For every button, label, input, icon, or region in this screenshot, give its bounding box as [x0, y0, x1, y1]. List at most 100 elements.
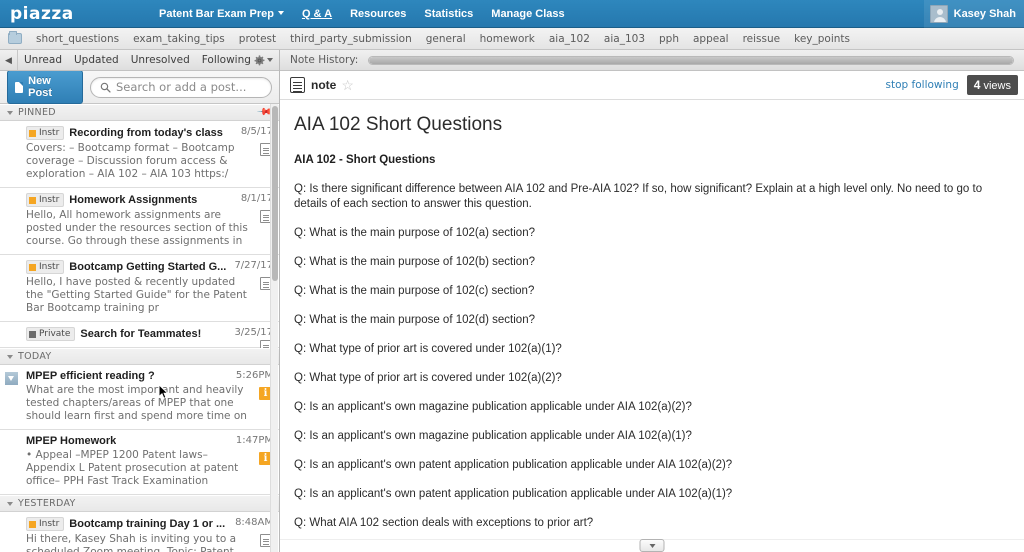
collapse-bar	[280, 539, 1024, 552]
scrollbar-thumb[interactable]	[272, 106, 278, 281]
folder-general[interactable]: general	[419, 33, 473, 45]
post-title: Search for Teammates!	[80, 328, 202, 340]
list-item[interactable]: MPEP efficient reading ? What are the mo…	[0, 365, 279, 430]
chevron-down-icon	[649, 543, 655, 548]
folder-short-questions[interactable]: short_questions	[29, 33, 126, 45]
status-badge: Private	[26, 327, 76, 341]
filter-unresolved[interactable]: Unresolved	[125, 54, 196, 66]
question-line: Q: What AIA 102 section deals with excep…	[294, 517, 594, 529]
post-title: MPEP efficient reading ?	[26, 370, 155, 382]
nav-tab-qa[interactable]: Q & A	[293, 0, 341, 28]
course-selector[interactable]: Patent Bar Exam Prep	[150, 0, 293, 28]
question-line: Q: What is the main purpose of 102(d) se…	[294, 314, 535, 326]
search-field-wrapper[interactable]	[90, 76, 272, 98]
filter-following[interactable]: Following	[196, 54, 257, 66]
selected-marker-icon	[5, 372, 18, 385]
user-menu[interactable]: Kasey Shah	[923, 0, 1024, 28]
post-title: Bootcamp Getting Started G...	[69, 261, 227, 273]
views-label: views	[983, 80, 1011, 92]
section-header-yesterday[interactable]: YESTERDAY	[0, 495, 279, 512]
post-date: 8/1/17	[240, 193, 273, 204]
section-label: YESTERDAY	[18, 498, 76, 509]
nav-tab-manage-class[interactable]: Manage Class	[482, 0, 573, 28]
chevron-down-icon	[7, 354, 13, 359]
search-bar: New Post	[0, 70, 279, 104]
question-line: Q: Is an applicant's own magazine public…	[294, 430, 692, 442]
nav-tab-statistics[interactable]: Statistics	[415, 0, 482, 28]
question-line: Q: Is an applicant's own patent applicat…	[294, 459, 733, 471]
folder-reissue[interactable]: reissue	[736, 33, 788, 45]
note-type-label: note	[311, 78, 337, 92]
list-item[interactable]: Instr Homework Assignments Hello, All ho…	[0, 188, 279, 255]
post-snippet: Hello, All homework assignments are post…	[26, 209, 248, 247]
search-icon	[100, 82, 111, 93]
folder-pph[interactable]: pph	[652, 33, 686, 45]
folder-aia-103[interactable]: aia_103	[597, 33, 652, 45]
list-item[interactable]: Instr Bootcamp training Day 1 or ... Hi …	[0, 512, 279, 552]
note-history-slider[interactable]	[368, 55, 1014, 65]
note-content: AIA 102 Short Questions AIA 102 - Short …	[280, 100, 1024, 539]
chevron-down-icon	[7, 110, 13, 115]
status-badge: Instr	[26, 517, 65, 531]
question-line: Q: Is an applicant's own magazine public…	[294, 401, 692, 413]
folder-aia-102[interactable]: aia_102	[542, 33, 597, 45]
chevron-down-icon	[7, 501, 13, 506]
filter-updated[interactable]: Updated	[68, 54, 125, 66]
question-line: Q: Is there significant difference betwe…	[294, 183, 983, 210]
post-snippet: Hello, I have posted & recently updated …	[26, 276, 247, 314]
new-post-button[interactable]: New Post	[7, 70, 83, 104]
note-history-bar: Note History:	[280, 50, 1024, 71]
status-badge: Instr	[26, 260, 65, 274]
status-badge: Instr	[26, 126, 65, 140]
settings-menu-button[interactable]	[254, 54, 273, 66]
folder-protest[interactable]: protest	[232, 33, 283, 45]
arrow-left-icon[interactable]: ◀	[0, 50, 18, 70]
folder-homework[interactable]: homework	[473, 33, 542, 45]
section-header-today[interactable]: TODAY	[0, 348, 279, 365]
list-item[interactable]: Instr Recording from today's class Cover…	[0, 121, 279, 188]
search-input[interactable]	[116, 80, 262, 94]
post-list-scrollbar[interactable]	[270, 104, 278, 552]
folder-appeal[interactable]: appeal	[686, 33, 736, 45]
section-label: TODAY	[18, 351, 52, 362]
folder-key-points[interactable]: key_points	[787, 33, 857, 45]
folder-exam-taking-tips[interactable]: exam_taking_tips	[126, 33, 232, 45]
post-title: MPEP Homework	[26, 435, 117, 447]
post-list-panel: ◀ Unread Updated Unresolved Following Ne…	[0, 50, 280, 552]
post-snippet: Covers: – Bootcamp format – Bootcamp cov…	[26, 142, 235, 180]
post-snippet: Hi there, Kasey Shah is inviting you to …	[26, 533, 237, 552]
user-name: Kasey Shah	[953, 8, 1016, 20]
list-item[interactable]: Instr Bootcamp Getting Started G... Hell…	[0, 255, 279, 322]
views-badge: 4 views	[966, 75, 1018, 95]
note-detail-panel: Note History: note ☆ stop following 4 vi…	[280, 50, 1024, 552]
question-line: Q: What type of prior art is covered und…	[294, 372, 562, 384]
nav-tab-resources[interactable]: Resources	[341, 0, 415, 28]
collapse-panel-button[interactable]	[639, 539, 665, 552]
course-name: Patent Bar Exam Prep	[159, 7, 274, 20]
post-snippet: What are the most important and heavily …	[26, 384, 247, 422]
folder-icon	[8, 31, 22, 44]
piazza-logo[interactable]: piazza	[0, 4, 150, 24]
content-scrollbar[interactable]	[1016, 100, 1023, 539]
list-item[interactable]: Private Search for Teammates! 3/25/17	[0, 322, 279, 353]
new-post-icon	[15, 81, 24, 93]
folder-third-party-submission[interactable]: third_party_submission	[283, 33, 419, 45]
user-avatar-icon	[929, 5, 948, 23]
filter-bar: ◀ Unread Updated Unresolved Following	[0, 50, 279, 71]
section-header-pinned[interactable]: PINNED 📌	[0, 104, 279, 121]
question-line: Q: What is the main purpose of 102(b) se…	[294, 256, 535, 268]
status-badge: Instr	[26, 193, 65, 207]
new-post-label: New Post	[28, 75, 52, 99]
note-history-fill	[369, 56, 1013, 64]
question-line: Q: Is an applicant's own patent applicat…	[294, 488, 733, 500]
list-item[interactable]: MPEP Homework • Appeal –MPEP 1200 Patent…	[0, 430, 279, 495]
post-title: Recording from today's class	[69, 127, 223, 139]
question-line: Q: What is the main purpose of 102(c) se…	[294, 285, 535, 297]
post-date: 1:47PM	[235, 435, 273, 446]
post-date: 8/5/17	[240, 126, 273, 137]
note-subtitle: AIA 102 - Short Questions	[294, 154, 436, 166]
filter-unread[interactable]: Unread	[18, 54, 68, 66]
post-list[interactable]: PINNED 📌 Instr Recording from today's cl…	[0, 104, 279, 552]
stop-following-link[interactable]: stop following	[886, 79, 959, 91]
star-icon[interactable]: ☆	[341, 77, 354, 94]
